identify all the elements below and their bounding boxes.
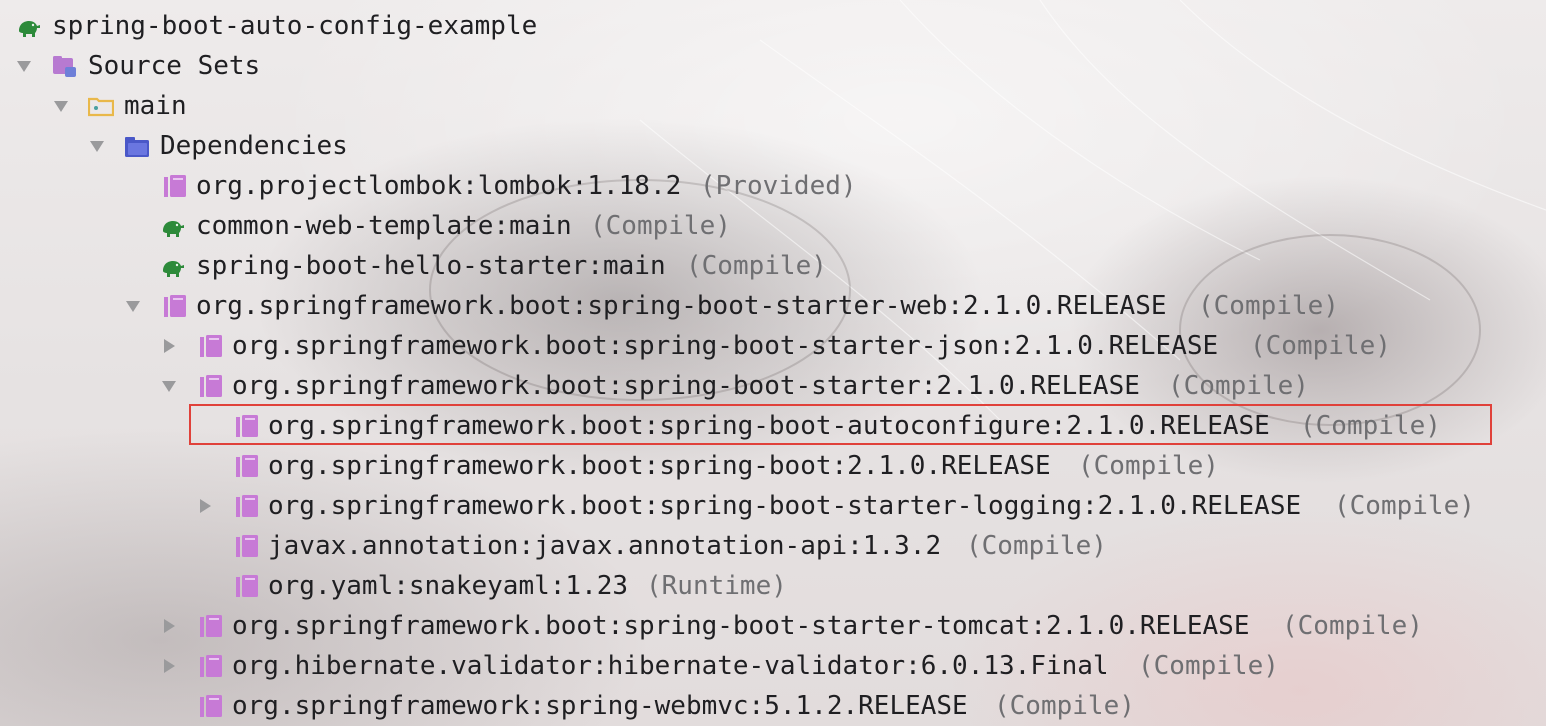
dependency-row[interactable]: org.springframework.boot:spring-boot-sta… <box>0 366 1546 406</box>
collapse-arrow-icon[interactable] <box>200 499 211 513</box>
dependency-name: org.yaml:snakeyaml:1.23 <box>268 571 629 601</box>
library-icon <box>236 495 258 517</box>
dependency-scope: (Compile) <box>966 531 1107 561</box>
library-icon <box>236 575 258 597</box>
dependency-name: org.projectlombok:lombok:1.18.2 <box>196 171 682 201</box>
dependency-name: org.hibernate.validator:hibernate-valida… <box>232 651 1109 681</box>
root-project-label: spring-boot-auto-config-example <box>52 11 538 41</box>
dependency-scope: (Compile) <box>1138 651 1279 681</box>
folder-icon <box>88 97 114 117</box>
library-icon <box>164 175 186 197</box>
dependencies-label: Dependencies <box>160 131 348 161</box>
dependency-row[interactable]: javax.annotation:javax.annotation-api:1.… <box>0 526 1546 566</box>
dependency-scope: (Compile) <box>994 691 1135 721</box>
dependency-name: common-web-template:main <box>196 211 572 241</box>
library-icon <box>236 535 258 557</box>
collapse-arrow-icon[interactable] <box>164 339 175 353</box>
dependency-scope: (Compile) <box>1198 291 1339 321</box>
dependency-row[interactable]: org.projectlombok:lombok:1.18.2 (Provide… <box>0 166 1546 206</box>
expand-arrow-icon[interactable] <box>162 381 176 392</box>
dependency-row[interactable]: org.springframework:spring-webmvc:5.1.2.… <box>0 686 1546 726</box>
dependency-name: javax.annotation:javax.annotation-api:1.… <box>268 531 942 561</box>
expand-arrow-icon[interactable] <box>54 101 68 112</box>
dependencies-folder-icon <box>125 137 149 157</box>
expand-arrow-icon[interactable] <box>17 61 31 72</box>
gradle-elephant-icon <box>163 221 184 237</box>
dependency-name: spring-boot-hello-starter:main <box>196 251 666 281</box>
collapse-arrow-icon[interactable] <box>164 659 175 673</box>
library-icon <box>200 615 222 637</box>
dependency-name: org.springframework.boot:spring-boot-sta… <box>196 291 1167 321</box>
source-sets-icon <box>53 56 76 77</box>
tree-row-main[interactable]: main <box>0 86 1546 126</box>
dependency-name: org.springframework:spring-webmvc:5.1.2.… <box>232 691 968 721</box>
main-label: main <box>124 91 187 121</box>
dependency-scope: (Runtime) <box>646 571 787 601</box>
library-icon <box>236 455 258 477</box>
dependency-row[interactable]: org.springframework.boot:spring-boot:2.1… <box>0 446 1546 486</box>
expand-arrow-icon[interactable] <box>126 301 140 312</box>
dependency-row[interactable]: org.springframework.boot:spring-boot-sta… <box>0 326 1546 366</box>
library-icon <box>200 335 222 357</box>
dependency-row[interactable]: org.yaml:snakeyaml:1.23 (Runtime) <box>0 566 1546 606</box>
dependency-scope: (Provided) <box>700 171 857 201</box>
gradle-elephant-icon <box>19 21 40 37</box>
dependency-scope: (Compile) <box>686 251 827 281</box>
library-icon <box>200 695 222 717</box>
dependency-scope: (Compile) <box>1334 491 1475 521</box>
dependency-scope: (Compile) <box>1250 331 1391 361</box>
dependency-scope: (Compile) <box>1168 371 1309 401</box>
dependency-row[interactable]: common-web-template:main (Compile) <box>0 206 1546 246</box>
dependency-name: org.springframework.boot:spring-boot:2.1… <box>268 451 1051 481</box>
dependency-row[interactable]: org.springframework.boot:spring-boot-sta… <box>0 486 1546 526</box>
dependency-scope: (Compile) <box>1282 611 1423 641</box>
library-icon <box>164 295 186 317</box>
dependency-name: org.springframework.boot:spring-boot-sta… <box>232 371 1140 401</box>
tree-row-root[interactable]: spring-boot-auto-config-example <box>0 6 1546 46</box>
dependency-row[interactable]: org.springframework.boot:spring-boot-sta… <box>0 286 1546 326</box>
dependency-row[interactable]: org.springframework.boot:spring-boot-sta… <box>0 606 1546 646</box>
tree-row-dependencies[interactable]: Dependencies <box>0 126 1546 166</box>
highlight-box <box>189 404 1492 445</box>
dependency-name: org.springframework.boot:spring-boot-sta… <box>232 611 1250 641</box>
dependency-scope: (Compile) <box>1078 451 1219 481</box>
dependency-name: org.springframework.boot:spring-boot-sta… <box>268 491 1302 521</box>
dependency-name: org.springframework.boot:spring-boot-sta… <box>232 331 1219 361</box>
source-sets-label: Source Sets <box>88 51 261 81</box>
project-dependency-tree: spring-boot-auto-config-example Source S… <box>0 6 1546 726</box>
collapse-arrow-icon[interactable] <box>164 619 175 633</box>
dependency-scope: (Compile) <box>590 211 731 241</box>
tree-row-source-sets[interactable]: Source Sets <box>0 46 1546 86</box>
dependency-row[interactable]: org.hibernate.validator:hibernate-valida… <box>0 646 1546 686</box>
expand-arrow-icon[interactable] <box>90 141 104 152</box>
library-icon <box>200 655 222 677</box>
library-icon <box>200 375 222 397</box>
dependency-row[interactable]: spring-boot-hello-starter:main (Compile) <box>0 246 1546 286</box>
gradle-elephant-icon <box>163 261 184 277</box>
